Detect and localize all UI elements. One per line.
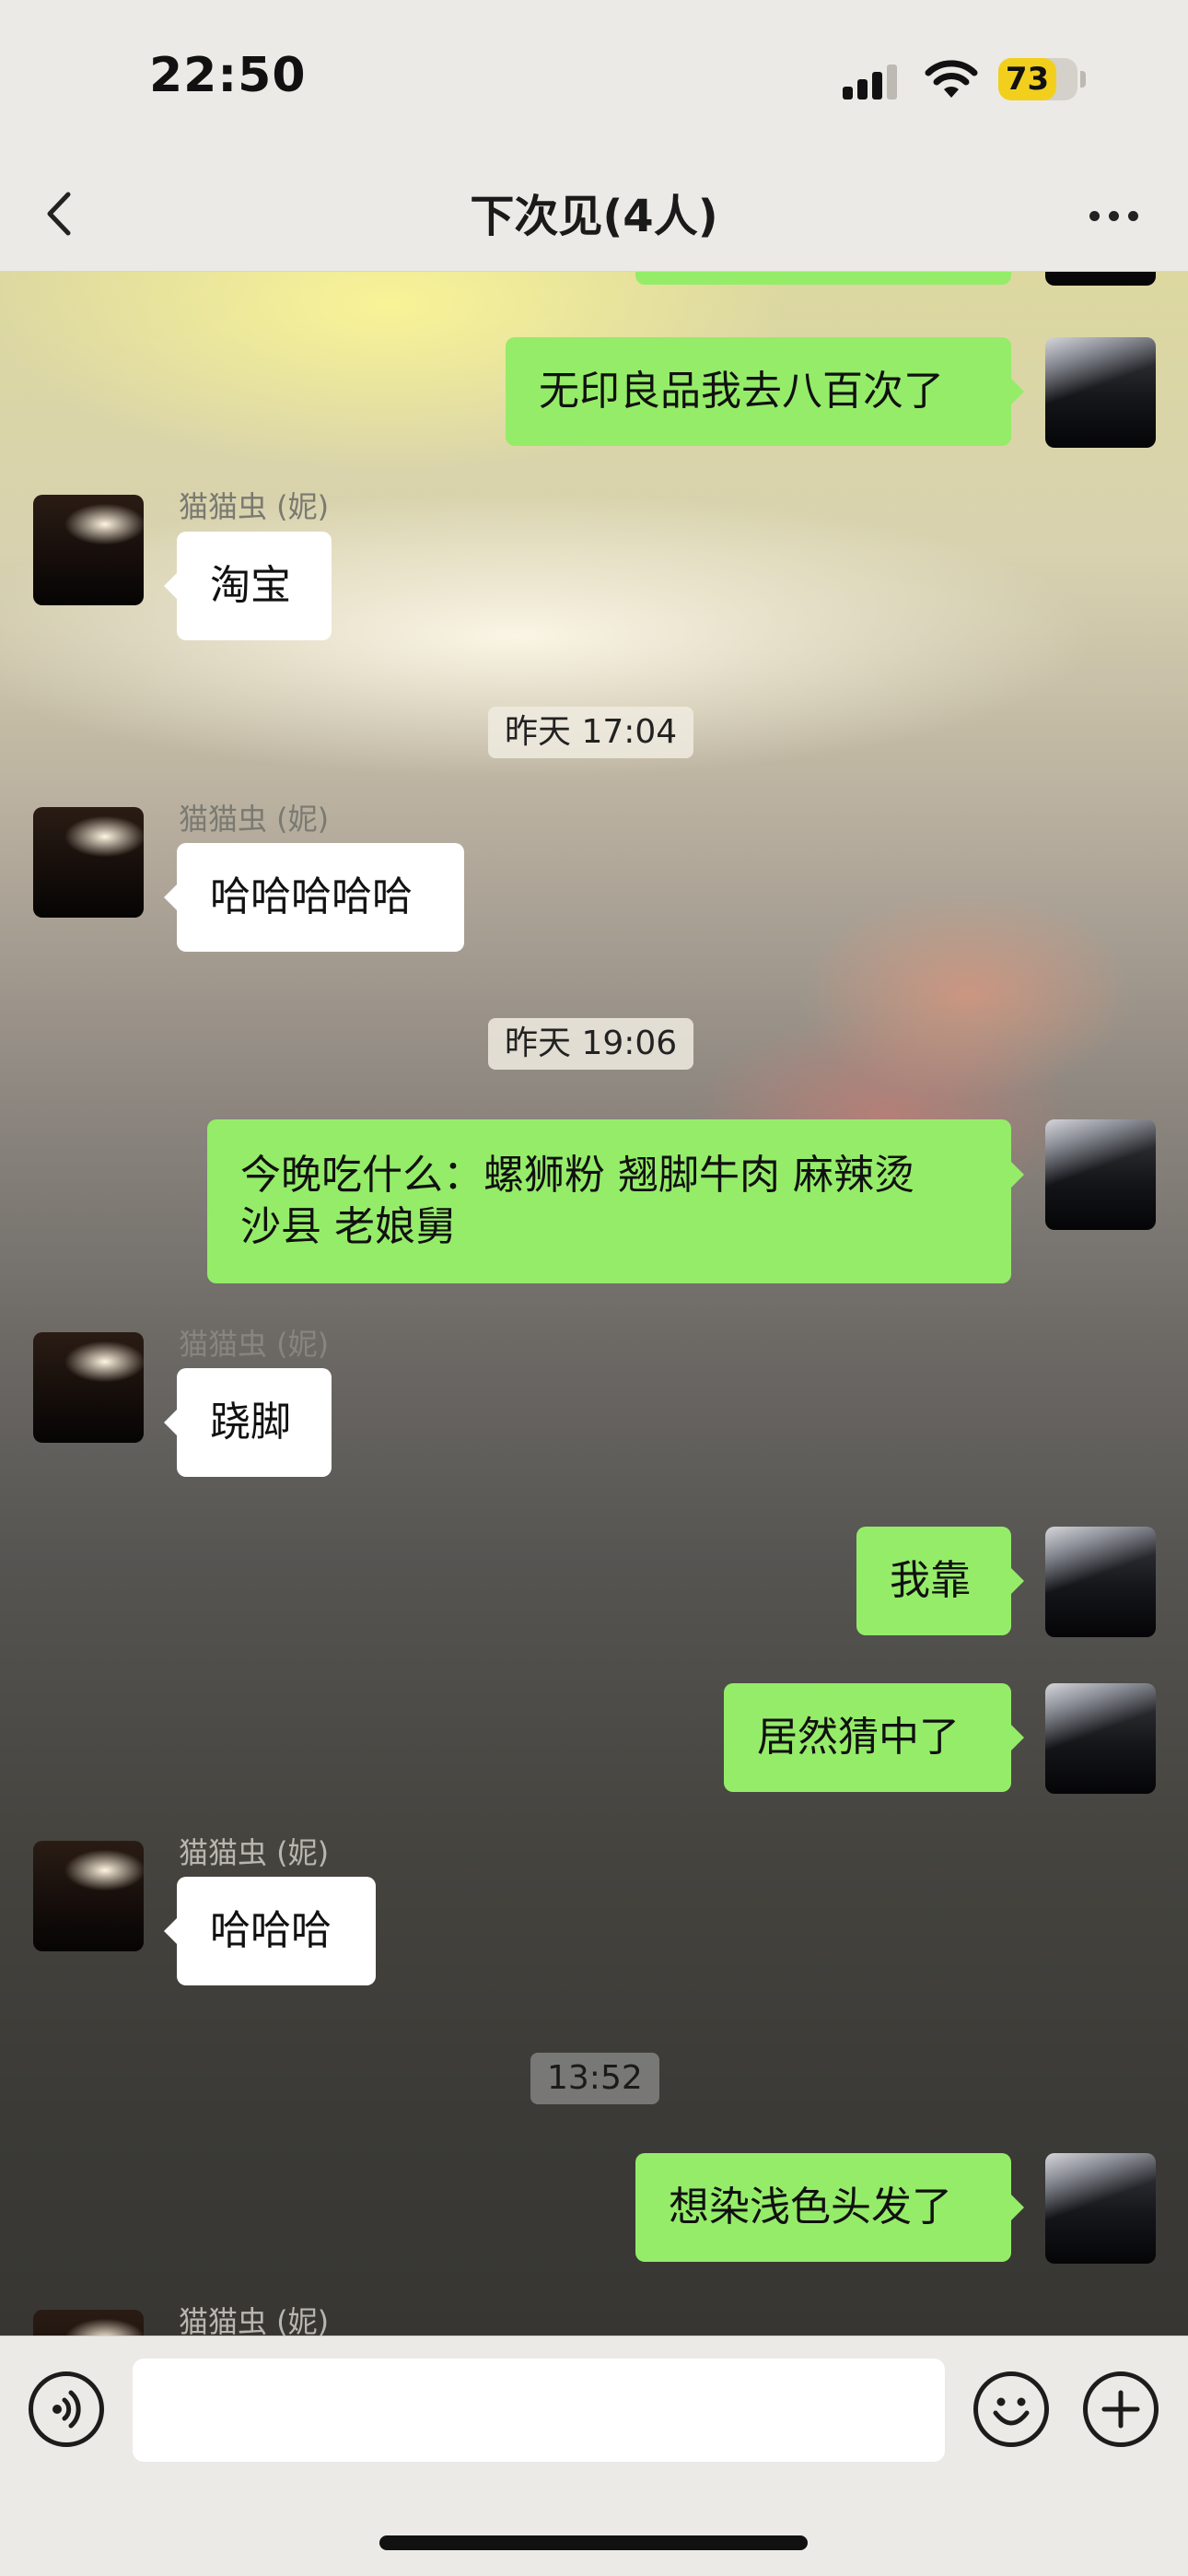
message-input[interactable] xyxy=(133,2359,945,2462)
message-bubble[interactable]: 哈哈哈 xyxy=(164,1877,376,1985)
home-indicator[interactable] xyxy=(379,2535,808,2550)
battery-nub xyxy=(1080,71,1086,88)
emoji-icon[interactable] xyxy=(973,2371,1049,2447)
message-bubble[interactable]: 我靠 xyxy=(856,1527,1024,1635)
battery-icon: 73 xyxy=(998,58,1077,100)
status-time: 22:50 xyxy=(149,48,307,103)
message-text: 哈哈哈 xyxy=(210,1907,332,1954)
message-bubble[interactable]: 哈哈哈哈哈 xyxy=(164,843,464,952)
cellular-signal-icon xyxy=(843,63,900,100)
message-text: 哈哈哈哈哈 xyxy=(210,873,413,920)
message-bubble[interactable]: 跷脚 xyxy=(164,1368,332,1477)
message-text: 无印良品我去八百次了 xyxy=(539,368,944,415)
message-text: 想染浅色头发了 xyxy=(669,2184,952,2231)
message-bubble[interactable]: 想染浅色头发了 xyxy=(635,2153,1024,2262)
timestamp: 13:52 xyxy=(530,2053,659,2104)
sender-name: 猫猫虫 (妮) xyxy=(179,1835,330,1870)
battery-percentage: 73 xyxy=(1005,61,1050,98)
avatar[interactable] xyxy=(1045,272,1156,286)
message-text: 跷脚 xyxy=(210,1399,291,1446)
message-bubble[interactable]: 居然猜中了 xyxy=(724,1683,1024,1792)
avatar[interactable] xyxy=(33,495,144,605)
message-bubble[interactable]: 无印良品我去八百次了 xyxy=(506,337,1024,446)
sender-name: 猫猫虫 (妮) xyxy=(179,489,330,524)
chat-header: 下次见(4人) xyxy=(0,161,1188,272)
more-dots-icon[interactable] xyxy=(1082,189,1147,244)
avatar[interactable] xyxy=(1045,2153,1156,2264)
timestamp: 昨天 17:04 xyxy=(488,707,694,758)
avatar[interactable] xyxy=(33,1332,144,1443)
avatar[interactable] xyxy=(1045,1683,1156,1794)
message-text: 居然猜中了 xyxy=(757,1714,960,1761)
sender-name: 猫猫虫 (妮) xyxy=(179,2304,330,2336)
message-list[interactable]: 无印良品我去八百次了 猫猫虫 (妮) 淘宝 昨天 17:04 猫猫虫 (妮) 哈… xyxy=(0,272,1188,2336)
avatar[interactable] xyxy=(33,1841,144,1951)
avatar[interactable] xyxy=(1045,1527,1156,1637)
avatar[interactable] xyxy=(33,2310,144,2336)
avatar[interactable] xyxy=(1045,337,1156,448)
message-text: 我靠 xyxy=(890,1557,971,1604)
status-bar: 22:50 73 xyxy=(0,0,1188,161)
message-bubble-partial[interactable] xyxy=(635,272,1011,285)
plus-icon[interactable] xyxy=(1083,2371,1159,2447)
sender-name: 猫猫虫 (妮) xyxy=(179,802,330,837)
sender-name: 猫猫虫 (妮) xyxy=(179,1327,330,1362)
avatar[interactable] xyxy=(1045,1119,1156,1230)
timestamp: 昨天 19:06 xyxy=(488,1018,694,1070)
avatar[interactable] xyxy=(33,807,144,918)
message-bubble[interactable]: 淘宝 xyxy=(164,532,332,640)
wifi-icon xyxy=(925,60,978,98)
chat-title[interactable]: 下次见(4人) xyxy=(0,180,1188,244)
message-text: 淘宝 xyxy=(210,562,291,609)
message-bubble[interactable]: 今晚吃什么：螺狮粉 翘脚牛肉 麻辣烫 沙县 老娘舅 xyxy=(207,1119,1024,1283)
message-text-line: 今晚吃什么：螺狮粉 翘脚牛肉 麻辣烫 xyxy=(240,1152,914,1199)
voice-icon[interactable] xyxy=(29,2371,104,2447)
message-text-line: 沙县 老娘舅 xyxy=(240,1203,456,1250)
